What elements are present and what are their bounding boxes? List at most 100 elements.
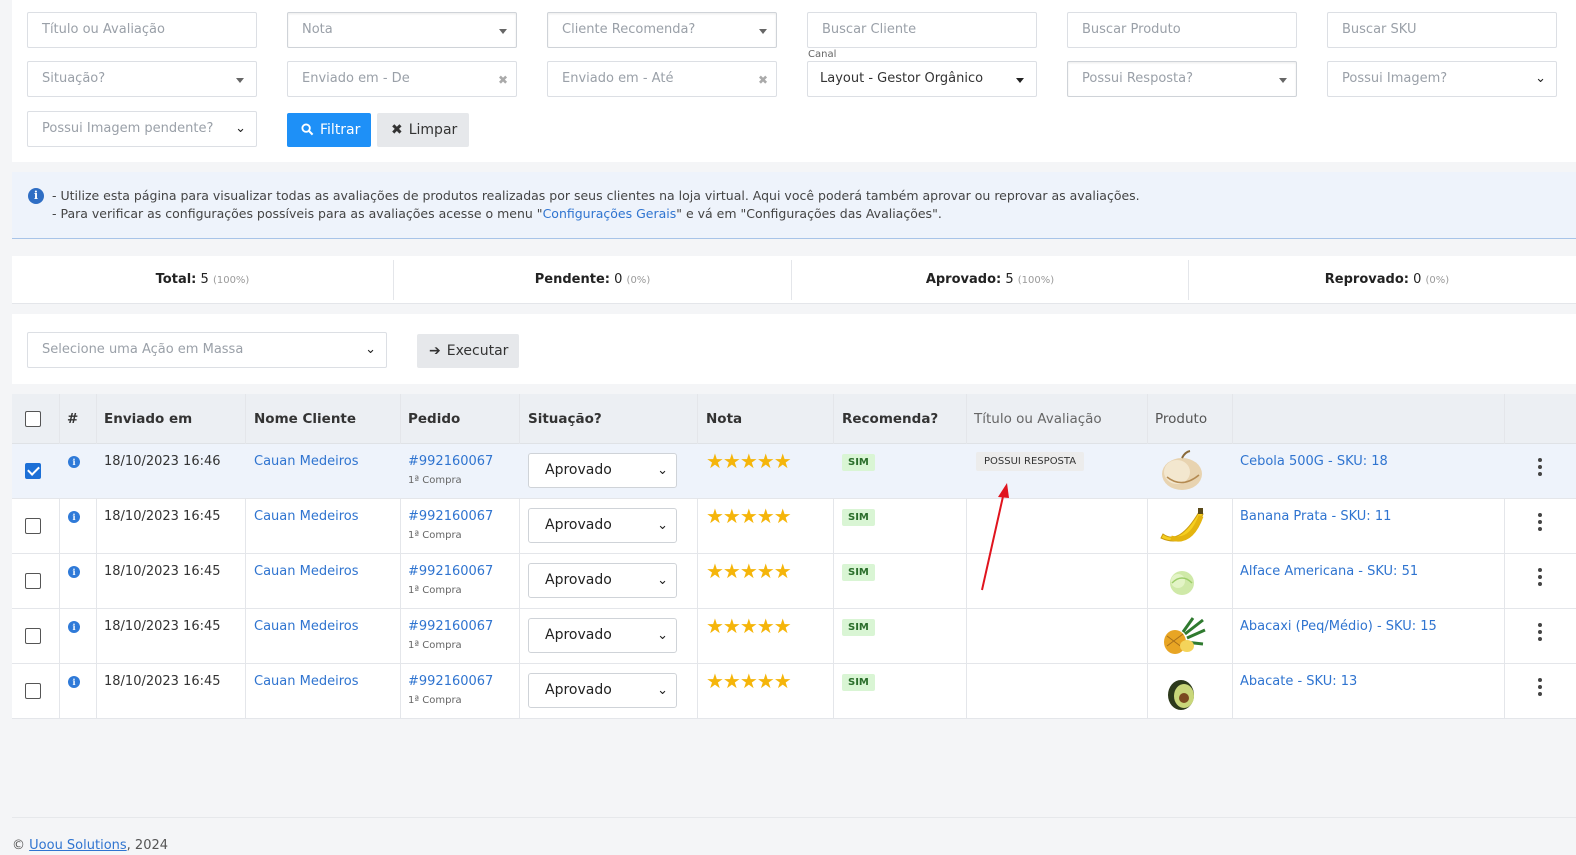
pedido-link[interactable]: #992160067 [408,509,493,524]
possui-imagem-pendente-placeholder: Possui Imagem pendente? [42,121,214,136]
configuracoes-gerais-link[interactable]: Configurações Gerais [543,206,677,221]
possui-imagem-pendente-select[interactable]: Possui Imagem pendente? ⌄ [27,111,257,147]
limpar-button[interactable]: ✖ Limpar [377,113,469,147]
cliente-link[interactable]: Cauan Medeiros [254,619,358,634]
buscar-sku-input[interactable]: Buscar SKU [1327,12,1557,48]
more-vertical-icon[interactable] [1537,458,1543,482]
table-row[interactable]: i 18/10/2023 16:45 Cauan Medeiros #99216… [12,499,1576,554]
produto-link[interactable]: Alface Americana - SKU: 51 [1240,564,1418,579]
table-row[interactable]: i 18/10/2023 16:45 Cauan Medeiros #99216… [12,664,1576,719]
executar-button[interactable]: ➔ Executar [417,334,519,368]
stats-bar: Total: 5 (100%) Pendente: 0 (0%) Aprovad… [12,256,1576,304]
situacao-select[interactable]: Aprovado ⌄ [528,618,677,653]
stat-value: 5 [200,272,209,287]
table-row[interactable]: i 18/10/2023 16:45 Cauan Medeiros #99216… [12,554,1576,609]
situacao-filter-select[interactable]: Situação? [27,61,257,97]
possui-imagem-placeholder: Possui Imagem? [1342,71,1448,86]
limpar-label: Limpar [408,122,458,138]
compra-label: 1ª Compra [408,695,462,706]
possui-resposta-badge[interactable]: POSSUI RESPOSTA [976,452,1085,471]
stat-pct: (0%) [1425,275,1450,286]
pineapple-icon [1164,617,1206,654]
recomenda-badge: SIM [842,564,875,581]
col-titulo[interactable]: Título ou Avaliação [974,394,1102,444]
chevron-down-icon: ⌄ [235,121,246,136]
info-icon[interactable]: i [68,621,80,633]
enviado-ate-placeholder: Enviado em - Até [562,71,674,86]
col-produto[interactable]: Produto [1155,394,1207,444]
enviado-de-placeholder: Enviado em - De [302,71,410,86]
row-checkbox[interactable] [25,573,41,589]
stat-pendente: Pendente: 0 (0%) [394,256,791,304]
info-icon[interactable]: i [68,456,80,468]
cliente-link[interactable]: Cauan Medeiros [254,454,358,469]
pedido-link[interactable]: #992160067 [408,619,493,634]
pedido-link[interactable]: #992160067 [408,454,493,469]
possui-resposta-placeholder: Possui Resposta? [1082,71,1194,86]
avocado-icon [1168,680,1194,710]
stat-value: 0 [1413,272,1422,287]
mass-action-select[interactable]: Selecione uma Ação em Massa ⌄ [27,332,387,368]
produto-link[interactable]: Cebola 500G - SKU: 18 [1240,454,1388,469]
pedido-link[interactable]: #992160067 [408,674,493,689]
col-pedido[interactable]: Pedido [408,394,460,444]
col-cliente[interactable]: Nome Cliente [254,394,356,444]
possui-resposta-select[interactable]: Possui Resposta? [1067,61,1297,97]
more-vertical-icon[interactable] [1537,623,1543,647]
pedido-link[interactable]: #992160067 [408,564,493,579]
more-vertical-icon[interactable] [1537,678,1543,702]
situacao-select[interactable]: Aprovado ⌄ [528,563,677,598]
row-checkbox[interactable] [25,628,41,644]
col-recomenda[interactable]: Recomenda? [842,394,938,444]
company-link[interactable]: Uoou Solutions [29,838,127,853]
table-row[interactable]: i 18/10/2023 16:46 Cauan Medeiros #99216… [12,444,1576,499]
info-icon: i [28,188,44,204]
more-vertical-icon[interactable] [1537,568,1543,592]
enviado-cell: 18/10/2023 16:45 [104,619,221,634]
more-vertical-icon[interactable] [1537,513,1543,537]
cliente-link[interactable]: Cauan Medeiros [254,509,358,524]
info-banner: i - Utilize esta página para visualizar … [12,172,1576,239]
clear-x-icon[interactable]: ✖ [498,63,508,96]
enviado-cell: 18/10/2023 16:46 [104,454,221,469]
enviado-ate-input[interactable]: Enviado em - Até ✖ [547,61,777,97]
situacao-select[interactable]: Aprovado ⌄ [528,508,677,543]
table-row[interactable]: i 18/10/2023 16:45 Cauan Medeiros #99216… [12,609,1576,664]
mass-action-placeholder: Selecione uma Ação em Massa [42,342,244,357]
row-checkbox[interactable] [25,463,41,479]
cliente-link[interactable]: Cauan Medeiros [254,674,358,689]
close-icon: ✖ [391,122,403,138]
titulo-filter-placeholder: Título ou Avaliação [42,22,165,37]
produto-link[interactable]: Abacaxi (Peq/Médio) - SKU: 15 [1240,619,1437,634]
buscar-produto-input[interactable]: Buscar Produto [1067,12,1297,48]
produto-link[interactable]: Banana Prata - SKU: 11 [1240,509,1391,524]
cliente-link[interactable]: Cauan Medeiros [254,564,358,579]
titulo-filter-input[interactable]: Título ou Avaliação [27,12,257,48]
stat-pct: (100%) [1017,275,1055,286]
nota-filter-select[interactable]: Nota [287,12,517,48]
filtrar-button[interactable]: Filtrar [287,113,371,147]
buscar-sku-placeholder: Buscar SKU [1342,22,1417,37]
info-icon[interactable]: i [68,676,80,688]
col-nota[interactable]: Nota [706,394,742,444]
produto-link[interactable]: Abacate - SKU: 13 [1240,674,1357,689]
row-checkbox[interactable] [25,683,41,699]
cliente-recomenda-filter-select[interactable]: Cliente Recomenda? [547,12,777,48]
table-header: # Enviado em Nome Cliente Pedido Situaçã… [12,394,1576,444]
info-icon[interactable]: i [68,511,80,523]
enviado-de-input[interactable]: Enviado em - De ✖ [287,61,517,97]
stat-value: 5 [1005,272,1014,287]
row-checkbox[interactable] [25,518,41,534]
info-line-1: - Utilize esta página para visualizar to… [52,188,1140,203]
caret-down-icon [1279,78,1287,83]
situacao-select[interactable]: Aprovado ⌄ [528,453,677,488]
canal-select[interactable]: Layout - Gestor Orgânico [807,61,1037,97]
col-enviado[interactable]: Enviado em [104,394,192,444]
col-situacao[interactable]: Situação? [528,394,602,444]
buscar-cliente-input[interactable]: Buscar Cliente [807,12,1037,48]
possui-imagem-select[interactable]: Possui Imagem? ⌄ [1327,61,1557,97]
select-all-checkbox[interactable] [25,411,41,427]
info-icon[interactable]: i [68,566,80,578]
situacao-select[interactable]: Aprovado ⌄ [528,673,677,708]
clear-x-icon[interactable]: ✖ [758,63,768,96]
